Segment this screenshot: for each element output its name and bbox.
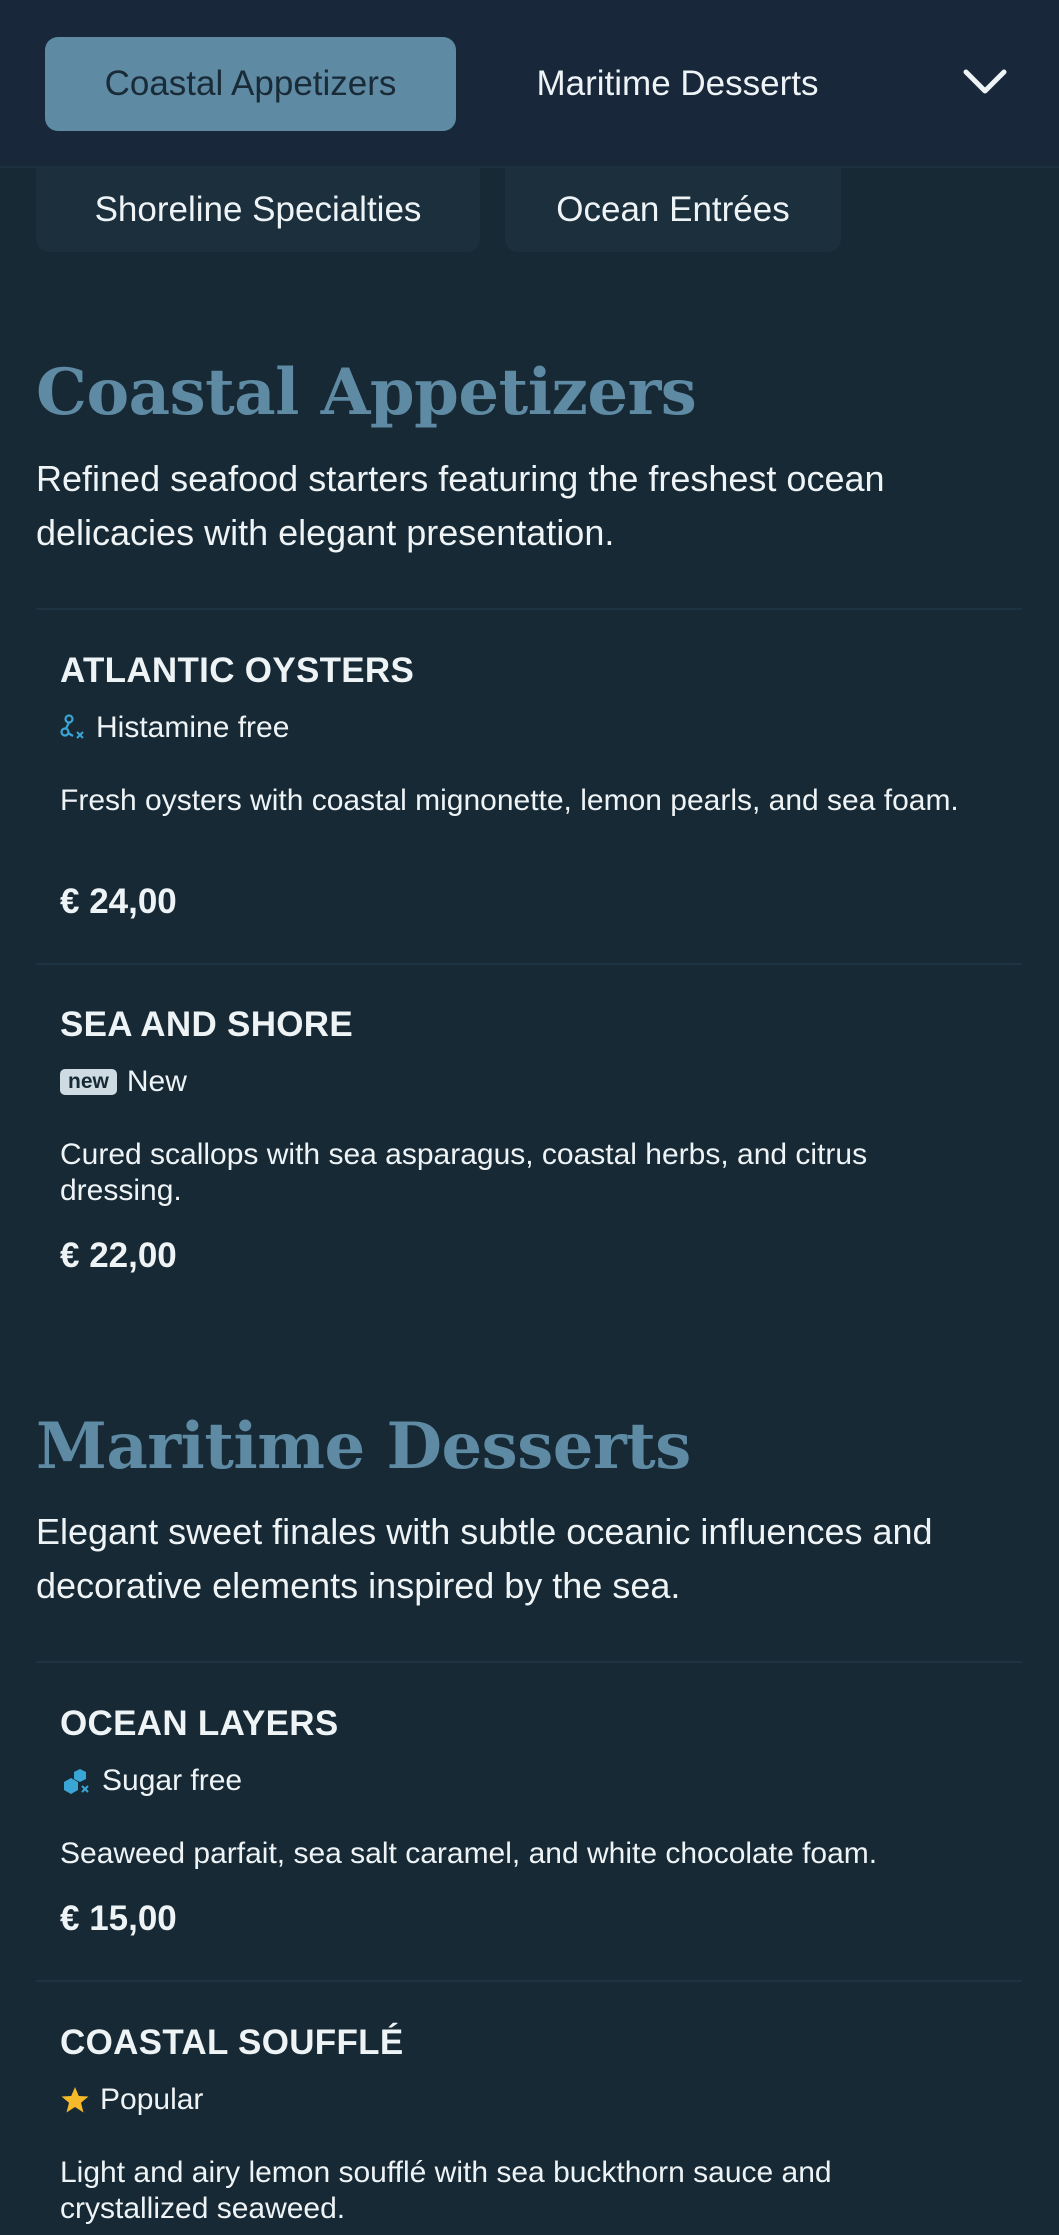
- menu-item-name: OCEAN LAYERS: [60, 1704, 339, 1743]
- chevron-down-icon[interactable]: [960, 62, 1010, 102]
- tab-maritime-desserts[interactable]: Maritime Desserts: [490, 37, 865, 131]
- category-nav-bar: Coastal Appetizers Maritime Desserts: [0, 0, 1059, 168]
- section-title: Coastal Appetizers: [36, 355, 697, 430]
- section-description: Refined seafood starters featuring the f…: [36, 458, 885, 553]
- star-icon: [60, 2085, 90, 2115]
- menu-item-name: SEA AND SHORE: [60, 1005, 354, 1044]
- section-description: Elegant sweet finales with subtle oceani…: [36, 1511, 933, 1606]
- menu-item-tag: Sugar free: [60, 1764, 242, 1798]
- menu-item-tag-label: Popular: [100, 2083, 204, 2116]
- menu-item-tag: Popular: [60, 2083, 203, 2117]
- new-badge-icon: new: [60, 1069, 117, 1095]
- menu-item-description: Light and airy lemon soufflé with sea bu…: [60, 2156, 832, 2225]
- menu-item-price: € 15,00: [60, 1899, 177, 1938]
- section-title: Maritime Desserts: [36, 1409, 691, 1484]
- divider: [36, 608, 1022, 610]
- menu-item-description: Cured scallops with sea asparagus, coast…: [60, 1138, 868, 1207]
- tab-ocean-entrees[interactable]: Ocean Entrées: [505, 168, 841, 252]
- sugar-free-icon: [60, 1766, 92, 1796]
- divider: [36, 1661, 1022, 1663]
- menu-item-description: Seaweed parfait, sea salt caramel, and w…: [60, 1837, 878, 1870]
- menu-item-tag-label: New: [126, 1065, 187, 1098]
- histamine-free-icon: [60, 713, 86, 743]
- menu-item-name: COASTAL SOUFFLÉ: [60, 2023, 404, 2062]
- menu-item-tag: Histamine free: [60, 711, 289, 745]
- tab-coastal-appetizers[interactable]: Coastal Appetizers: [45, 37, 456, 131]
- menu-item-name: ATLANTIC OYSTERS: [60, 651, 415, 690]
- menu-item-tag-label: Histamine free: [96, 711, 290, 744]
- tab-shoreline-specialties[interactable]: Shoreline Specialties: [36, 168, 480, 252]
- divider: [36, 963, 1022, 965]
- divider: [36, 1980, 1022, 1982]
- menu-item-description: Fresh oysters with coastal mignonette, l…: [60, 784, 959, 817]
- menu-item-tag-label: Sugar free: [102, 1764, 243, 1797]
- menu-item-price: € 24,00: [60, 882, 177, 921]
- menu-item-price: € 22,00: [60, 1236, 177, 1275]
- menu-item-tag: new New: [60, 1065, 187, 1099]
